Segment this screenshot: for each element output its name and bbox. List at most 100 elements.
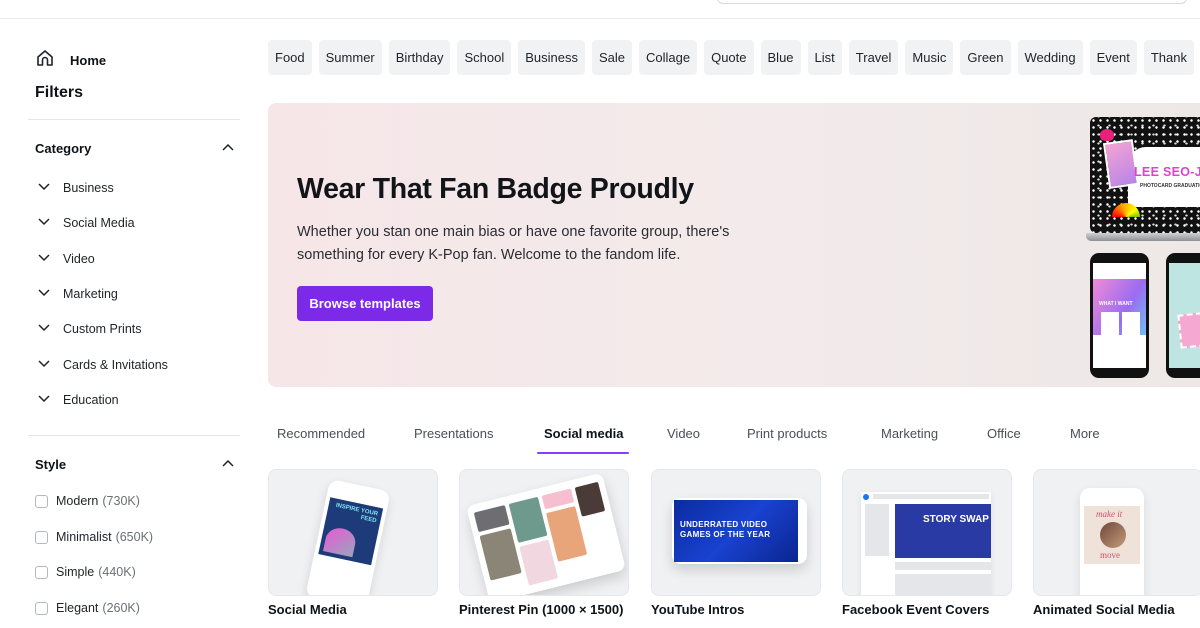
style-label: Minimalist [56, 530, 112, 544]
template-card-youtube-intros[interactable]: UNDERRATED VIDEO GAMES OF THE YEAR YouTu… [651, 469, 821, 617]
style-label: Simple [56, 565, 95, 579]
facebook-icon [863, 494, 869, 500]
photo-image [1101, 312, 1119, 342]
event-cover-image: STORY SWAP [895, 504, 991, 558]
thumb-text: UNDERRATED VIDEO GAMES OF THE YEAR [680, 520, 771, 539]
card-thumbnail [459, 469, 629, 596]
phone-screen [1169, 263, 1200, 368]
chip-travel[interactable]: Travel [848, 40, 899, 75]
style-filter-simple[interactable]: Simple (440K) [35, 565, 136, 579]
chevron-down-icon [37, 320, 51, 338]
card-title: YouTube Intros [651, 602, 745, 617]
category-item-cards-invitations[interactable]: Cards & Invitations [37, 356, 168, 374]
chip-collage[interactable]: Collage [639, 40, 698, 75]
checkbox[interactable] [35, 494, 48, 508]
phone-mockup: make it move [1080, 488, 1144, 595]
template-card-social-media[interactable]: INSPIRE YOUR FEED Social Media [268, 469, 438, 617]
post-image: make it move [1084, 506, 1140, 564]
template-card-animated-social-media[interactable]: make it move Animated Social Media [1033, 469, 1200, 617]
video-thumbnail: UNDERRATED VIDEO GAMES OF THE YEAR [674, 500, 798, 562]
style-label: Elegant [56, 601, 99, 615]
collage-tile [479, 528, 522, 581]
chip-quote[interactable]: Quote [704, 40, 754, 75]
category-item-business[interactable]: Business [37, 179, 114, 197]
checkbox[interactable] [35, 530, 48, 544]
thumb-text: make it [1096, 509, 1123, 519]
style-count: (440K) [98, 565, 136, 579]
placeholder-bar [895, 562, 991, 570]
chip-summer[interactable]: Summer [318, 40, 382, 75]
style-count: (730K) [102, 494, 140, 508]
tab-video[interactable]: Video [667, 426, 700, 441]
divider [28, 435, 240, 436]
chip-sale[interactable]: Sale [591, 40, 632, 75]
card-title: Social Media [268, 602, 347, 617]
chevron-down-icon [37, 285, 51, 303]
active-tab-indicator [537, 452, 629, 454]
checkbox[interactable] [35, 565, 48, 579]
photo-image [1122, 312, 1140, 342]
chip-birthday[interactable]: Birthday [388, 40, 451, 75]
laptop-name-text: LEE SEO-JU [1134, 165, 1200, 179]
card-thumbnail: UNDERRATED VIDEO GAMES OF THE YEAR [651, 469, 821, 596]
chip-music[interactable]: Music [905, 40, 954, 75]
template-type-tabs: Recommended Presentations Social media V… [268, 420, 1200, 456]
phone-mockup-image: WHAT I WANT [1090, 253, 1149, 378]
category-item-social-media[interactable]: Social Media [37, 214, 135, 232]
home-label: Home [70, 53, 107, 68]
template-card-pinterest-pin[interactable]: Pinterest Pin (1000 × 1500) [459, 469, 629, 617]
filters-sidebar: Home Filters Category Business Social Me… [0, 19, 260, 628]
chip-green[interactable]: Green [960, 40, 1011, 75]
keyword-chips: Food Summer Birthday School Business Sal… [268, 40, 1200, 75]
checkbox[interactable] [35, 601, 48, 615]
category-item-education[interactable]: Education [37, 391, 119, 409]
chip-business[interactable]: Business [518, 40, 585, 75]
collage-board [465, 472, 627, 595]
style-filter-modern[interactable]: Modern (730K) [35, 494, 140, 508]
chip-thank[interactable]: Thank [1143, 40, 1194, 75]
card-title: Animated Social Media [1033, 602, 1175, 617]
hero-banner: Wear That Fan Badge Proudly Whether you … [268, 103, 1200, 387]
chip-wedding[interactable]: Wedding [1017, 40, 1083, 75]
home-link[interactable]: Home [35, 48, 106, 73]
style-section-toggle[interactable]: Style [35, 455, 235, 473]
chevron-down-icon [37, 214, 51, 232]
tab-office[interactable]: Office [987, 426, 1021, 441]
tab-more[interactable]: More [1070, 426, 1100, 441]
card-thumbnail: INSPIRE YOUR FEED [268, 469, 438, 596]
top-bar [0, 0, 1200, 19]
chip-blue[interactable]: Blue [760, 40, 801, 75]
collage-tile [508, 496, 548, 543]
hero-title: Wear That Fan Badge Proudly [297, 173, 694, 205]
template-card-facebook-event-covers[interactable]: STORY SWAP Facebook Event Covers [842, 469, 1012, 617]
category-item-label: Cards & Invitations [63, 358, 168, 372]
chip-food[interactable]: Food [268, 40, 312, 75]
style-count: (650K) [115, 530, 154, 544]
style-count: (260K) [102, 601, 140, 615]
category-section-toggle[interactable]: Category [35, 139, 235, 157]
category-item-label: Education [63, 393, 119, 407]
laptop-mockup-image: LEE SEO-JU PHOTOCARD GRADUATION [1086, 117, 1200, 241]
category-item-custom-prints[interactable]: Custom Prints [37, 320, 142, 338]
thumb-text: STORY SWAP [923, 514, 989, 525]
style-filter-elegant[interactable]: Elegant (260K) [35, 601, 140, 615]
category-item-marketing[interactable]: Marketing [37, 285, 118, 303]
tab-marketing[interactable]: Marketing [881, 426, 938, 441]
home-icon [35, 48, 55, 73]
category-item-video[interactable]: Video [37, 250, 95, 268]
search-input[interactable] [717, 0, 1187, 4]
tab-presentations[interactable]: Presentations [414, 426, 494, 441]
tab-social-media[interactable]: Social media [544, 426, 623, 441]
person-image [323, 525, 358, 558]
chip-event[interactable]: Event [1089, 40, 1137, 75]
placeholder-bar [865, 504, 889, 556]
chip-school[interactable]: School [457, 40, 512, 75]
chevron-up-icon [221, 455, 235, 473]
style-filter-minimalist[interactable]: Minimalist (650K) [35, 530, 153, 544]
browse-templates-button[interactable]: Browse templates [297, 286, 433, 321]
card-thumbnail: STORY SWAP [842, 469, 1012, 596]
chip-list[interactable]: List [807, 40, 842, 75]
tab-print-products[interactable]: Print products [747, 426, 827, 441]
tab-recommended[interactable]: Recommended [277, 426, 365, 441]
laptop-screen: LEE SEO-JU PHOTOCARD GRADUATION [1090, 117, 1200, 233]
